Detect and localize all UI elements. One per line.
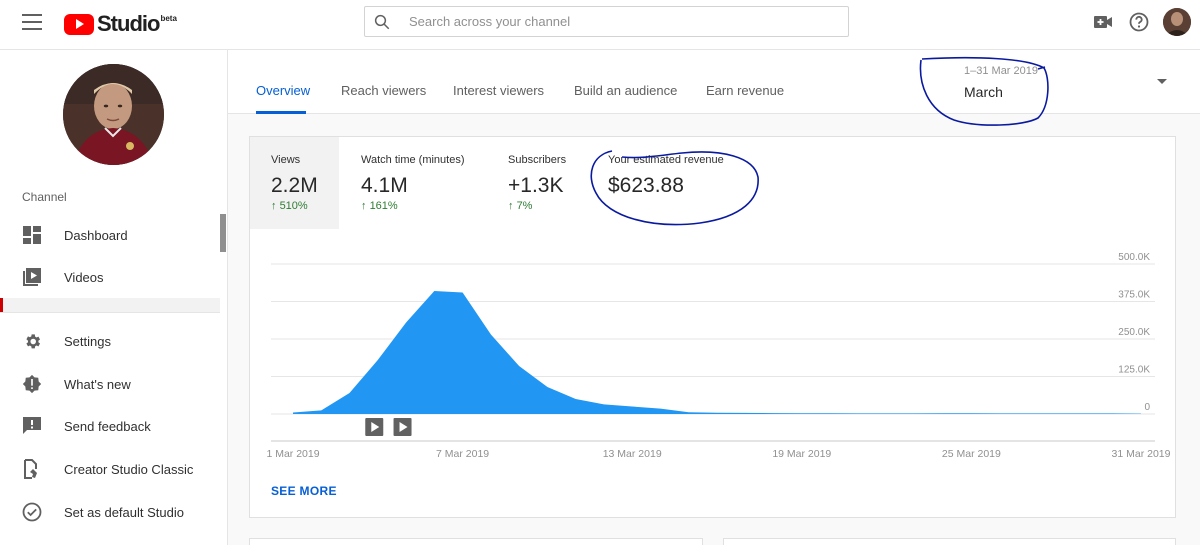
- active-tab-indicator: [256, 111, 306, 114]
- annotation-circle-date: [919, 56, 1049, 126]
- sidebar-item-send-feedback[interactable]: Send feedback: [0, 406, 220, 446]
- create-video-icon[interactable]: [1092, 11, 1114, 33]
- x-tick-label: 13 Mar 2019: [603, 448, 662, 460]
- sidebar-scrollbar[interactable]: [220, 214, 226, 252]
- feedback-icon: [22, 416, 42, 436]
- tab-interest-viewers[interactable]: Interest viewers: [453, 83, 544, 98]
- studio-logo[interactable]: Studio beta: [64, 11, 177, 37]
- sidebar-item-label: Send feedback: [64, 418, 151, 434]
- x-tick-label: 31 Mar 2019: [1112, 448, 1171, 460]
- y-tick-label: 250.0K: [1118, 327, 1150, 338]
- channel-section-label: Channel: [22, 190, 67, 204]
- x-tick-label: 7 Mar 2019: [436, 448, 489, 460]
- sidebar-item-analytics-active[interactable]: [0, 298, 220, 312]
- top-bar: Studio beta: [0, 0, 1200, 50]
- youtube-logo-icon: [64, 13, 94, 35]
- y-tick-label: 125.0K: [1118, 365, 1150, 376]
- tab-build-an-audience[interactable]: Build an audience: [574, 83, 677, 98]
- sidebar-item-whats-new[interactable]: What's new: [0, 364, 220, 404]
- sidebar-item-label: Videos: [64, 269, 104, 285]
- sidebar: Channel Dashboard Videos Settings What's…: [0, 50, 228, 545]
- check-circle-icon: [22, 502, 42, 522]
- videos-icon: [22, 267, 42, 287]
- tab-earn-revenue[interactable]: Earn revenue: [706, 83, 784, 98]
- search-input[interactable]: [409, 14, 839, 29]
- sidebar-item-label: Set as default Studio: [64, 504, 184, 520]
- sidebar-item-creator-studio-classic[interactable]: Creator Studio Classic: [0, 449, 220, 489]
- sidebar-item-label: Creator Studio Classic: [64, 461, 194, 477]
- tab-reach-viewers[interactable]: Reach viewers: [341, 83, 426, 98]
- x-tick-label: 1 Mar 2019: [266, 448, 319, 460]
- classic-icon: [22, 459, 42, 479]
- menu-icon[interactable]: [22, 14, 42, 30]
- bottom-card-left: [249, 538, 703, 545]
- gear-icon: [22, 331, 42, 351]
- beta-badge: beta: [160, 13, 177, 23]
- views-series-area: [293, 291, 1141, 414]
- bottom-card-right: [723, 538, 1176, 545]
- search-icon[interactable]: [365, 7, 399, 36]
- y-tick-label: 375.0K: [1118, 290, 1150, 301]
- y-tick-label: 0: [1144, 402, 1150, 413]
- analytics-tabs: Overview Reach viewers Interest viewers …: [228, 50, 1200, 126]
- overview-card: Views 2.2M ↑ 510% Watch time (minutes) 4…: [249, 136, 1176, 518]
- x-tick-label: 19 Mar 2019: [772, 448, 831, 460]
- see-more-link[interactable]: SEE MORE: [271, 484, 337, 498]
- search-box[interactable]: [364, 6, 849, 37]
- sidebar-item-label: Dashboard: [64, 227, 128, 243]
- tab-overview[interactable]: Overview: [256, 83, 310, 98]
- dashboard-icon: [22, 225, 42, 245]
- logo-text: Studio: [97, 11, 160, 36]
- sidebar-item-videos[interactable]: Videos: [0, 257, 220, 297]
- views-chart[interactable]: 500.0K 375.0K 250.0K 125.0K 0 1 Mar 2019 7 Mar…: [250, 137, 1177, 477]
- sidebar-item-label: What's new: [64, 376, 131, 392]
- sidebar-item-label: Settings: [64, 333, 111, 349]
- sidebar-item-set-default-studio[interactable]: Set as default Studio: [0, 492, 220, 532]
- sidebar-item-settings[interactable]: Settings: [0, 321, 220, 361]
- help-icon[interactable]: [1128, 11, 1150, 33]
- account-avatar[interactable]: [1163, 8, 1191, 36]
- sidebar-item-dashboard[interactable]: Dashboard: [0, 215, 220, 255]
- alert-icon: [22, 374, 42, 394]
- y-tick-label: 500.0K: [1118, 252, 1150, 263]
- x-tick-label: 25 Mar 2019: [942, 448, 1001, 460]
- sidebar-divider: [0, 312, 220, 313]
- chevron-down-icon[interactable]: [1157, 79, 1167, 84]
- channel-avatar[interactable]: [63, 64, 164, 165]
